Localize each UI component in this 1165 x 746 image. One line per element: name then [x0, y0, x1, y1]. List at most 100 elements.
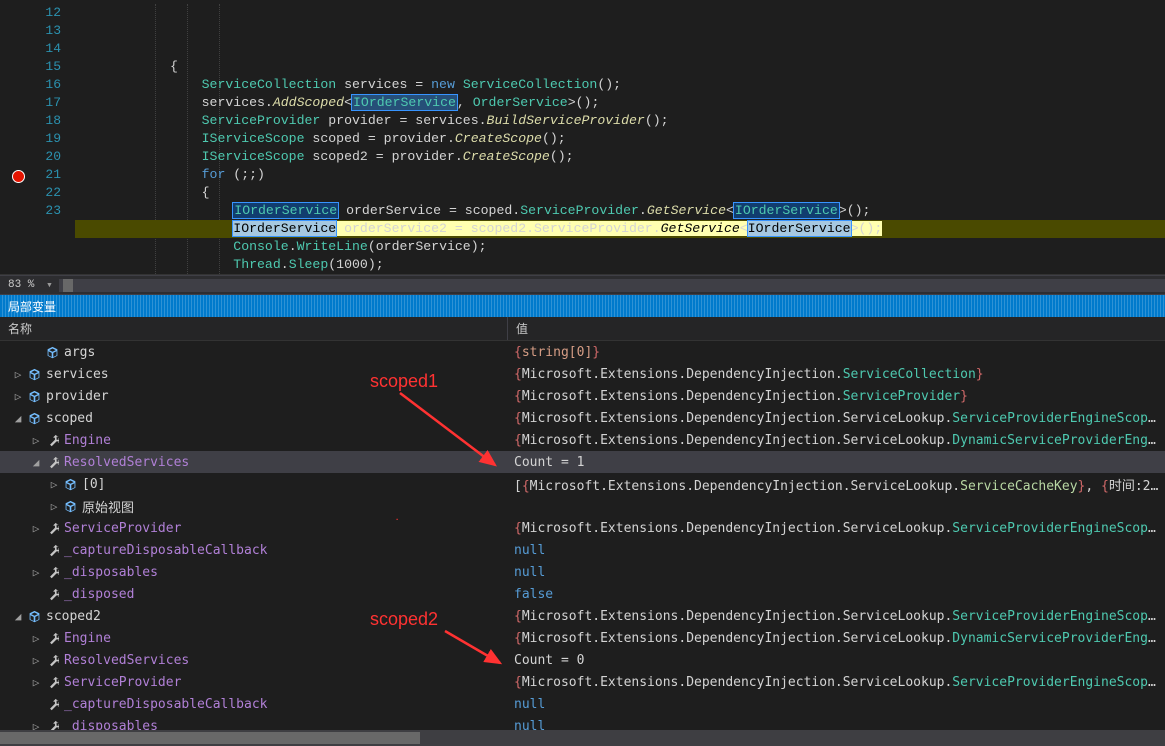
code-line-20[interactable]: IOrderService orderService = scoped.Serv… — [75, 202, 1165, 220]
expander-icon[interactable]: ▷ — [28, 654, 44, 667]
var-value: [{Microsoft.Extensions.DependencyInjecti… — [508, 475, 1165, 494]
code-lines[interactable]: { ServiceCollection services = new Servi… — [75, 0, 1165, 274]
locals-row-ResolvedServices[interactable]: ▷ ResolvedServices Count = 0 — [0, 649, 1165, 671]
var-name: _captureDisposableCallback — [64, 697, 268, 712]
var-name: ResolvedServices — [64, 455, 189, 470]
code-line-13[interactable]: ServiceCollection services = new Service… — [75, 76, 1165, 94]
variable-icon — [44, 344, 60, 360]
locals-horizontal-scrollbar[interactable] — [0, 730, 1165, 746]
property-icon — [44, 542, 60, 558]
locals-row-scoped[interactable]: ◢ scoped {Microsoft.Extensions.DependencyI… — [0, 407, 1165, 429]
locals-row--disposables[interactable]: ▷ _disposables null — [0, 561, 1165, 583]
var-value: {Microsoft.Extensions.DependencyInjectio… — [508, 389, 1165, 404]
code-line-17[interactable]: IServiceScope scoped2 = provider.CreateS… — [75, 148, 1165, 166]
expander-icon[interactable]: ▷ — [28, 566, 44, 579]
var-name: ServiceProvider — [64, 521, 181, 536]
var-name: services — [46, 367, 109, 382]
var-name: _disposables — [64, 719, 158, 731]
property-icon — [44, 432, 60, 448]
var-name: 原始视图 — [82, 497, 134, 516]
var-value: {Microsoft.Extensions.DependencyInjectio… — [508, 521, 1165, 536]
expander-icon[interactable]: ▷ — [28, 720, 44, 731]
breakpoint-icon[interactable] — [12, 170, 25, 183]
locals-row-provider[interactable]: ▷ provider {Microsoft.Extensions.Dependenc… — [0, 385, 1165, 407]
line-number-gutter: 121314151617181920212223 — [0, 0, 75, 274]
var-name: args — [64, 345, 95, 360]
code-editor[interactable]: 121314151617181920212223 { ServiceCollec… — [0, 0, 1165, 275]
locals-row-ServiceProvider[interactable]: ▷ ServiceProvider {Microsoft.Extensions.De… — [0, 671, 1165, 693]
expander-icon[interactable]: ◢ — [10, 610, 26, 623]
var-value: {string[0]} — [508, 345, 1165, 360]
editor-zoom-bar: 83 % ▾ — [0, 275, 1165, 295]
zoom-percent: 83 % — [0, 279, 42, 291]
locals-row-services[interactable]: ▷ services {Microsoft.Extensions.Dependenc… — [0, 363, 1165, 385]
property-icon — [44, 586, 60, 602]
var-value: {Microsoft.Extensions.DependencyInjectio… — [508, 433, 1165, 448]
code-line-15[interactable]: ServiceProvider provider = services.Buil… — [75, 112, 1165, 130]
locals-row--disposables[interactable]: ▷_disposablesnull — [0, 715, 1165, 730]
expander-icon[interactable]: ◢ — [28, 456, 44, 469]
col-value-header[interactable]: 值 — [508, 317, 1165, 340]
var-value: null — [508, 565, 1165, 580]
code-line-21[interactable]: IOrderService orderService2 = scoped2.Se… — [75, 220, 1165, 238]
var-name: scoped — [46, 411, 93, 426]
locals-row-scoped2[interactable]: ◢ scoped2 {Microsoft.Extensions.Dependency… — [0, 605, 1165, 627]
variable-icon — [26, 388, 42, 404]
expander-icon[interactable]: ▷ — [10, 368, 26, 381]
locals-row-args[interactable]: ▷args{string[0]} — [0, 341, 1165, 363]
var-value: {Microsoft.Extensions.DependencyInjectio… — [508, 675, 1165, 690]
property-icon — [44, 454, 60, 470]
var-value: null — [508, 543, 1165, 558]
expander-icon[interactable]: ▷ — [28, 676, 44, 689]
zoom-dropdown-icon[interactable]: ▾ — [42, 278, 56, 292]
expander-icon[interactable]: ▷ — [10, 390, 26, 403]
code-line-16[interactable]: IServiceScope scoped = provider.CreateSc… — [75, 130, 1165, 148]
locals-title-text: 局部变量 — [8, 298, 56, 315]
property-icon — [44, 652, 60, 668]
locals-row-ResolvedServices[interactable]: ◢ ResolvedServices Count = 1 — [0, 451, 1165, 473]
var-value: {Microsoft.Extensions.DependencyInjectio… — [508, 631, 1165, 646]
code-line-14[interactable]: services.AddScoped<IOrderService, OrderS… — [75, 94, 1165, 112]
locals-row-Engine[interactable]: ▷ Engine {Microsoft.Extensions.DependencyI… — [0, 627, 1165, 649]
code-line-22[interactable]: Console.WriteLine(orderService); — [75, 238, 1165, 256]
var-name: ResolvedServices — [64, 653, 189, 668]
var-name: _disposables — [64, 565, 158, 580]
expander-icon[interactable]: ▷ — [28, 632, 44, 645]
var-name: scoped2 — [46, 609, 101, 624]
horizontal-scrollbar[interactable] — [59, 279, 1165, 292]
locals-row-Engine[interactable]: ▷Engine{Microsoft.Extensions.DependencyI… — [0, 429, 1165, 451]
locals-tree[interactable]: scoped1 . scoped2 ▷args{string[0]}▷servi… — [0, 341, 1165, 730]
locals-column-header: 名称 值 — [0, 317, 1165, 341]
var-value: {Microsoft.Extensions.DependencyInjectio… — [508, 411, 1165, 426]
locals-row--disposed[interactable]: ▷_disposedfalse — [0, 583, 1165, 605]
code-line-23[interactable]: Thread.Sleep(1000); — [75, 256, 1165, 274]
var-name: ServiceProvider — [64, 675, 181, 690]
expander-icon[interactable]: ▷ — [46, 478, 62, 491]
var-name: Engine — [64, 631, 111, 646]
locals-panel-title: 局部变量 — [0, 295, 1165, 317]
expander-icon[interactable]: ▷ — [28, 522, 44, 535]
variable-icon — [62, 498, 78, 514]
locals-row-ServiceProvider[interactable]: ▷ ServiceProvider {Microsoft.Extensions.De… — [0, 517, 1165, 539]
locals-row--captureDisposableCallback[interactable]: ▷_captureDisposableCallbacknull — [0, 539, 1165, 561]
var-name: provider — [46, 389, 109, 404]
var-value: null — [508, 697, 1165, 712]
code-line-19[interactable]: { — [75, 184, 1165, 202]
expander-icon[interactable]: ◢ — [10, 412, 26, 425]
locals-row--0-[interactable]: ▷[0][{Microsoft.Extensions.DependencyInj… — [0, 473, 1165, 495]
expander-icon[interactable]: ▷ — [28, 434, 44, 447]
property-icon — [44, 630, 60, 646]
property-icon — [44, 520, 60, 536]
var-value: Count = 0 — [508, 653, 1165, 668]
code-line-18[interactable]: for (;;) — [75, 166, 1165, 184]
var-value: {Microsoft.Extensions.DependencyInjectio… — [508, 367, 1165, 382]
property-icon — [44, 564, 60, 580]
var-value: Count = 1 — [508, 455, 1165, 470]
var-value: {Microsoft.Extensions.DependencyInjectio… — [508, 609, 1165, 624]
var-name: _disposed — [64, 587, 134, 602]
col-name-header[interactable]: 名称 — [0, 317, 508, 340]
code-line-12[interactable]: { — [75, 58, 1165, 76]
locals-row--captureDisposableCallback[interactable]: ▷_captureDisposableCallbacknull — [0, 693, 1165, 715]
locals-row--[interactable]: ▷ 原始视图 — [0, 495, 1165, 517]
expander-icon[interactable]: ▷ — [46, 500, 62, 513]
